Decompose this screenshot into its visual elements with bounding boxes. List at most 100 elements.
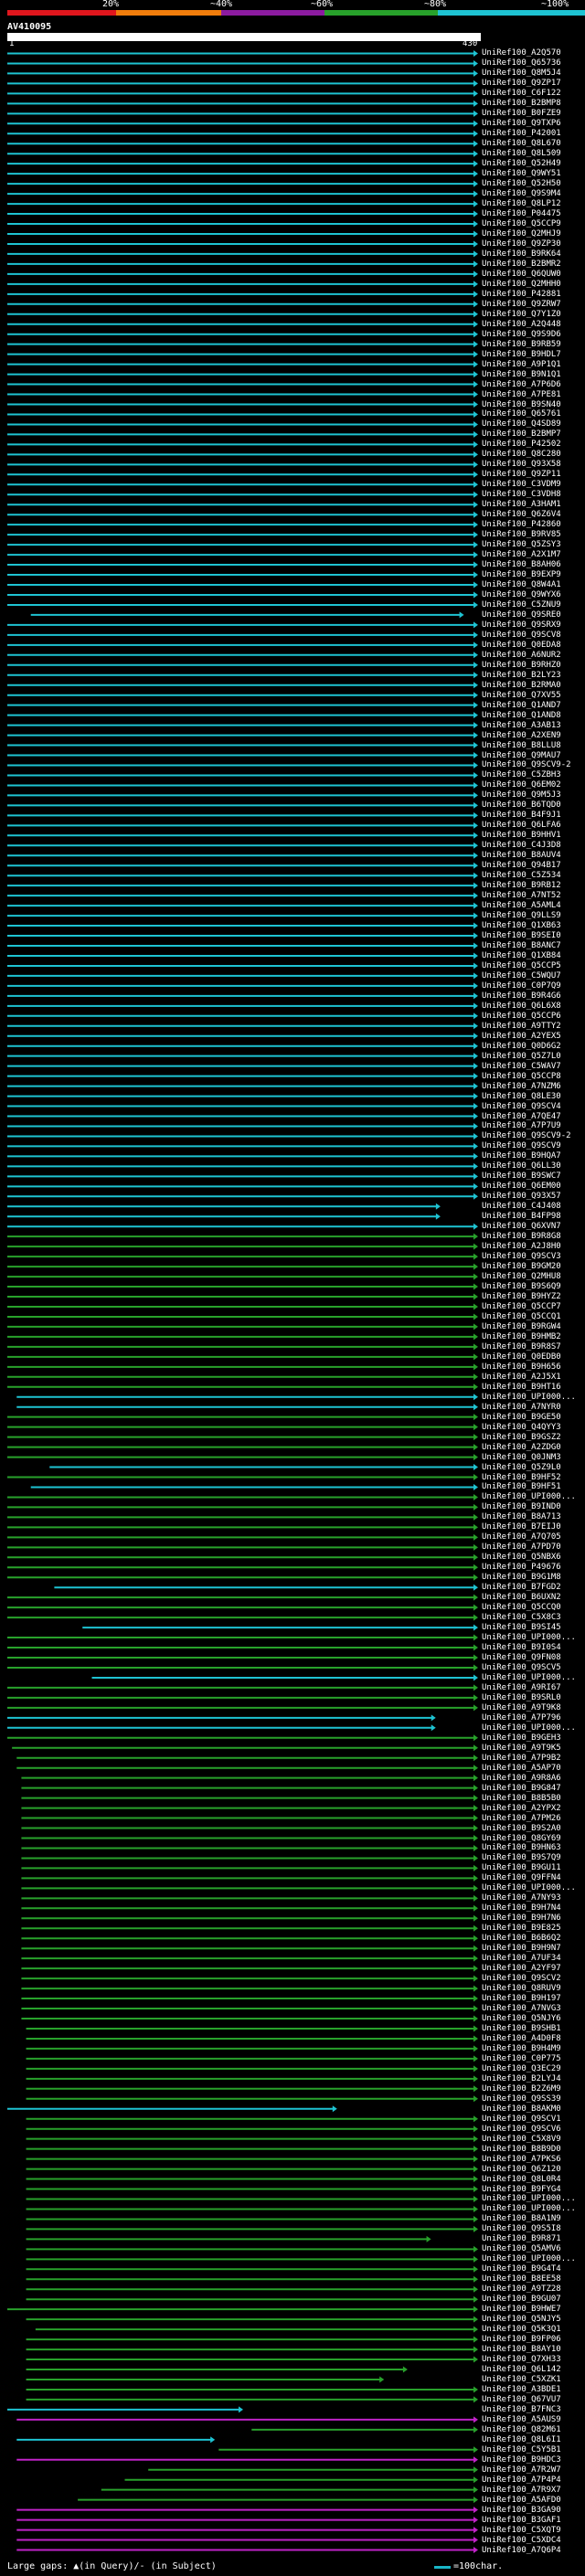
hit-label[interactable]: UniRef100_A2J5X1 [482, 1373, 585, 1382]
hit-label[interactable]: UniRef100_C5Y5B1 [482, 2445, 585, 2454]
hit-label[interactable]: UniRef100_A7R9X7 [482, 2486, 585, 2495]
hit-label[interactable]: UniRef100_A7Q705 [482, 1532, 585, 1542]
hit-label[interactable]: UniRef100_A2X1M7 [482, 550, 585, 559]
hit-label[interactable]: UniRef100_B9FYG4 [482, 2185, 585, 2194]
hit-label[interactable]: UniRef100_B2BMR2 [482, 260, 585, 269]
hit-label[interactable]: UniRef100_B9HDC3 [482, 2455, 585, 2465]
hit-label[interactable]: UniRef100_Q2MHU8 [482, 1272, 585, 1281]
hit-label[interactable]: UniRef100_A7Q6P4 [482, 2546, 585, 2555]
hit-label[interactable]: UniRef100_A5AFD0 [482, 2496, 585, 2505]
hit-label[interactable]: UniRef100_B9SEI0 [482, 931, 585, 940]
hit-label[interactable]: UniRef100_A9R8A6 [482, 1774, 585, 1783]
hit-label[interactable]: UniRef100_B9GM20 [482, 1262, 585, 1271]
hit-label[interactable]: UniRef100_B9HF52 [482, 1473, 585, 1482]
hit-label[interactable]: UniRef100_C5ZNU9 [482, 600, 585, 610]
hit-label[interactable]: UniRef100_Q9WY51 [482, 169, 585, 178]
hit-label[interactable]: UniRef100_B9G847 [482, 1784, 585, 1793]
hit-label[interactable]: UniRef100_Q5ZSY3 [482, 540, 585, 549]
hit-label[interactable]: UniRef100_Q93X57 [482, 1192, 585, 1201]
hit-label[interactable]: UniRef100_B8ANC7 [482, 941, 585, 950]
hit-label[interactable]: UniRef100_Q5CCP8 [482, 1072, 585, 1081]
hit-label[interactable]: UniRef100_A2Q448 [482, 320, 585, 329]
hit-label[interactable]: UniRef100_A7UF34 [482, 1954, 585, 1963]
hit-label[interactable]: UniRef100_C3VDM9 [482, 480, 585, 489]
hit-label[interactable]: UniRef100_Q9SRE0 [482, 610, 585, 620]
hit-label[interactable]: UniRef100_C0P775 [482, 2054, 585, 2063]
hit-label[interactable]: UniRef100_Q9S9M4 [482, 189, 585, 198]
hit-label[interactable]: UniRef100_Q67VU7 [482, 2395, 585, 2404]
hit-label[interactable]: UniRef100_B9G4T4 [482, 2264, 585, 2274]
hit-label[interactable]: UniRef100_A7P4P4 [482, 2475, 585, 2485]
hit-label[interactable]: UniRef100_B9HF51 [482, 1482, 585, 1491]
hit-label[interactable]: UniRef100_A2ZDG0 [482, 1443, 585, 1452]
hit-label[interactable]: UniRef100_Q9FFN4 [482, 1873, 585, 1882]
hit-label[interactable]: UniRef100_Q9MAU7 [482, 751, 585, 760]
hit-label[interactable]: UniRef100_Q6Z120 [482, 2165, 585, 2174]
hit-label[interactable]: UniRef100_Q9SS39 [482, 2094, 585, 2104]
hit-label[interactable]: UniRef100_Q9SCV2 [482, 1974, 585, 1983]
hit-label[interactable]: UniRef100_P04475 [482, 209, 585, 218]
hit-label[interactable]: UniRef100_B2Z6M9 [482, 2084, 585, 2094]
hit-label[interactable]: UniRef100_B8EE58 [482, 2274, 585, 2284]
hit-label[interactable]: UniRef100_Q5CCP5 [482, 961, 585, 970]
hit-label[interactable]: UniRef100_B9HWE7 [482, 2305, 585, 2314]
hit-label[interactable]: UniRef100_Q3EC29 [482, 2064, 585, 2073]
hit-label[interactable]: UniRef100_C5XQT9 [482, 2526, 585, 2535]
hit-label[interactable]: UniRef100_P42860 [482, 520, 585, 529]
hit-label[interactable]: UniRef100_B9H7N4 [482, 1903, 585, 1913]
hit-label[interactable]: UniRef100_Q8LE30 [482, 1092, 585, 1101]
hit-label[interactable]: UniRef100_A9P1Q1 [482, 360, 585, 369]
hit-label[interactable]: UniRef100_B7EIJ0 [482, 1522, 585, 1532]
hit-label[interactable]: UniRef100_A2YEX5 [482, 1032, 585, 1041]
hit-label[interactable]: UniRef100_C5XZK1 [482, 2375, 585, 2384]
hit-label[interactable]: UniRef100_B9H197 [482, 1994, 585, 2003]
hit-label[interactable]: UniRef100_B9SWC7 [482, 1171, 585, 1181]
hit-label[interactable]: UniRef100_Q2MHH0 [482, 280, 585, 289]
hit-label[interactable]: UniRef100_A2J8H0 [482, 1242, 585, 1251]
hit-label[interactable]: UniRef100_B8AY10 [482, 2345, 585, 2354]
hit-label[interactable]: UniRef100_B9H7N6 [482, 1913, 585, 1923]
hit-label[interactable]: UniRef100_Q6XVN7 [482, 1222, 585, 1231]
hit-label[interactable]: UniRef100_P42881 [482, 290, 585, 299]
hit-label[interactable]: UniRef100_C6F122 [482, 89, 585, 98]
hit-label[interactable]: UniRef100_UPI000... [482, 2204, 585, 2213]
hit-label[interactable]: UniRef100_B9GU07 [482, 2295, 585, 2304]
hit-label[interactable]: UniRef100_A2Q570 [482, 48, 585, 58]
hit-label[interactable]: UniRef100_Q9S9D6 [482, 330, 585, 339]
hit-label[interactable]: UniRef100_B7FNC3 [482, 2405, 585, 2414]
hit-label[interactable]: UniRef100_Q8L6I1 [482, 2435, 585, 2444]
hit-label[interactable]: UniRef100_A7NY93 [482, 1893, 585, 1903]
hit-label[interactable]: UniRef100_B9S7Q9 [482, 1853, 585, 1862]
hit-label[interactable]: UniRef100_A3HAM1 [482, 500, 585, 509]
hit-label[interactable]: UniRef100_B6UXN2 [482, 1593, 585, 1602]
hit-label[interactable]: UniRef100_Q9LLS9 [482, 911, 585, 920]
hit-label[interactable]: UniRef100_C5WAV7 [482, 1062, 585, 1071]
hit-label[interactable]: UniRef100_Q1XB63 [482, 921, 585, 930]
hit-label[interactable]: UniRef100_B8AKM0 [482, 2104, 585, 2114]
hit-label[interactable]: UniRef100_Q6LFA6 [482, 821, 585, 830]
hit-label[interactable]: UniRef100_B9H656 [482, 1362, 585, 1372]
hit-label[interactable]: UniRef100_Q0D6G2 [482, 1042, 585, 1051]
hit-label[interactable]: UniRef100_B9E825 [482, 1924, 585, 1933]
hit-label[interactable]: UniRef100_Q6QUW0 [482, 270, 585, 279]
hit-label[interactable]: UniRef100_Q65736 [482, 58, 585, 68]
hit-label[interactable]: UniRef100_A7P9B2 [482, 1754, 585, 1763]
hit-label[interactable]: UniRef100_Q9SCV9-2 [482, 1131, 585, 1140]
hit-label[interactable]: UniRef100_Q5AMV6 [482, 2244, 585, 2253]
hit-label[interactable]: UniRef100_Q8M5J4 [482, 69, 585, 78]
hit-label[interactable]: UniRef100_Q9S5I8 [482, 2224, 585, 2233]
hit-label[interactable]: UniRef100_Q2MHJ9 [482, 229, 585, 239]
hit-label[interactable]: UniRef100_Q9TXP6 [482, 119, 585, 128]
hit-label[interactable]: UniRef100_UPI000... [482, 1633, 585, 1642]
hit-label[interactable]: UniRef100_B9EXP9 [482, 570, 585, 579]
hit-label[interactable]: UniRef100_Q9FN08 [482, 1653, 585, 1662]
hit-label[interactable]: UniRef100_B9HMB2 [482, 1332, 585, 1341]
hit-label[interactable]: UniRef100_C5Z534 [482, 871, 585, 880]
hit-label[interactable]: UniRef100_Q9SCV9 [482, 1141, 585, 1150]
hit-label[interactable]: UniRef100_A7PKS6 [482, 2155, 585, 2164]
hit-label[interactable]: UniRef100_B9RK64 [482, 249, 585, 259]
hit-label[interactable]: UniRef100_B9IND0 [482, 1502, 585, 1511]
hit-label[interactable]: UniRef100_Q82M61 [482, 2425, 585, 2434]
hit-label[interactable]: UniRef100_B9R4G6 [482, 991, 585, 1001]
hit-label[interactable]: UniRef100_C5XDC4 [482, 2536, 585, 2545]
